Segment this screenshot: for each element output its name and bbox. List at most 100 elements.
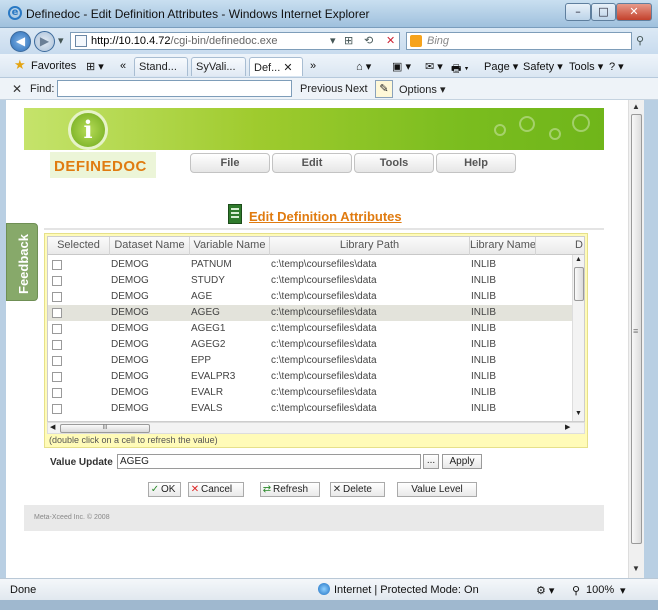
table-cell-path[interactable]: c:\temp\coursefiles\data xyxy=(271,337,469,353)
value-update-input[interactable]: AGEG xyxy=(117,454,421,469)
search-input[interactable]: Bing xyxy=(406,32,632,50)
column-header-dataset[interactable]: Dataset Name xyxy=(110,237,190,255)
tab-syvalidate[interactable]: SyVali... xyxy=(191,57,246,76)
table-cell-dataset[interactable]: DEMOG xyxy=(111,369,189,385)
back-button[interactable]: ◀ xyxy=(10,31,31,52)
find-previous-button[interactable]: Previous xyxy=(300,83,343,95)
feeds-button[interactable]: ▣ ▾ xyxy=(392,60,411,73)
table-cell-path[interactable]: c:\temp\coursefiles\data xyxy=(271,353,469,369)
value-level-button[interactable]: Value Level xyxy=(397,482,477,497)
column-header-library-name[interactable]: Library Name xyxy=(470,237,536,255)
search-icon[interactable]: ⚲ xyxy=(636,34,644,47)
table-cell-library[interactable]: INLIB xyxy=(471,321,535,337)
table-cell-variable[interactable]: AGEG xyxy=(191,305,269,321)
column-header-variable[interactable]: Variable Name xyxy=(190,237,270,255)
security-zone-text[interactable]: Internet | Protected Mode: On xyxy=(334,584,479,596)
favorites-button[interactable]: Favorites xyxy=(31,60,76,72)
table-cell-dataset[interactable]: DEMOG xyxy=(111,305,189,321)
table-cell-dataset[interactable]: DEMOG xyxy=(111,273,189,289)
popup-blocker-icon[interactable]: ⚙ ▾ xyxy=(536,584,554,597)
more-tabs-icon[interactable]: » xyxy=(310,60,316,72)
row-select-checkbox[interactable] xyxy=(52,292,62,302)
grid-scroll-down-icon[interactable]: ▼ xyxy=(575,410,582,417)
row-select-checkbox[interactable] xyxy=(52,324,62,334)
table-cell-dataset[interactable]: DEMOG xyxy=(111,353,189,369)
table-cell-path[interactable]: c:\temp\coursefiles\data xyxy=(271,401,469,417)
row-select-checkbox[interactable] xyxy=(52,404,62,414)
table-cell-variable[interactable]: EVALPR3 xyxy=(191,369,269,385)
table-cell-library[interactable]: INLIB xyxy=(471,257,535,273)
table-cell-dataset[interactable]: DEMOG xyxy=(111,321,189,337)
table-row[interactable]: DEMOG STUDY c:\temp\coursefiles\data INLIB xyxy=(48,273,572,289)
menu-help[interactable]: Help xyxy=(436,153,516,173)
close-find-icon[interactable]: ✕ xyxy=(12,82,22,96)
find-input[interactable] xyxy=(57,80,292,97)
compat-view-icon[interactable]: ⊞ xyxy=(344,34,353,47)
maximize-button[interactable]: □ xyxy=(591,3,616,21)
table-cell-library[interactable]: INLIB xyxy=(471,385,535,401)
mail-button[interactable]: ✉ ▾ xyxy=(425,60,443,73)
ok-button[interactable]: ✓ OK xyxy=(148,482,181,497)
table-cell-dataset[interactable]: DEMOG xyxy=(111,401,189,417)
favorites-star-icon[interactable]: ★ xyxy=(14,58,26,73)
table-row[interactable]: DEMOG EVALR c:\temp\coursefiles\data INLIB xyxy=(48,385,572,401)
table-row[interactable]: DEMOG EVALPR3 c:\temp\coursefiles\data INLI… xyxy=(48,369,572,385)
table-cell-dataset[interactable]: DEMOG xyxy=(111,257,189,273)
table-cell-variable[interactable]: STUDY xyxy=(191,273,269,289)
table-row[interactable]: DEMOG AGE c:\temp\coursefiles\data INLIB xyxy=(48,289,572,305)
table-cell-path[interactable]: c:\temp\coursefiles\data xyxy=(271,369,469,385)
menu-edit[interactable]: Edit xyxy=(272,153,352,173)
table-cell-dataset[interactable]: DEMOG xyxy=(111,337,189,353)
grid-vertical-scrollbar[interactable]: ▲ ▼ xyxy=(572,255,584,421)
table-cell-variable[interactable]: AGEG2 xyxy=(191,337,269,353)
column-header-description[interactable]: D xyxy=(536,237,584,255)
grid-scroll-right-icon[interactable]: ▶ xyxy=(565,423,570,431)
print-button[interactable]: 🖶 ▾ xyxy=(451,60,469,79)
zoom-dropdown-icon[interactable]: ▾ xyxy=(620,584,626,597)
tools-menu[interactable]: Tools ▾ xyxy=(569,60,603,73)
row-select-checkbox[interactable] xyxy=(52,308,62,318)
page-title[interactable]: Edit Definition Attributes xyxy=(249,209,402,224)
row-select-checkbox[interactable] xyxy=(52,340,62,350)
grid-horizontal-scrollbar[interactable]: ◀ III ▶ xyxy=(47,422,585,434)
table-cell-variable[interactable]: EPP xyxy=(191,353,269,369)
help-menu[interactable]: ? ▾ xyxy=(609,60,624,73)
table-row[interactable]: DEMOG EVALS c:\temp\coursefiles\data INLIB xyxy=(48,401,572,417)
home-button[interactable]: ⌂ ▾ xyxy=(356,60,371,73)
menu-tools[interactable]: Tools xyxy=(354,153,434,173)
table-cell-variable[interactable]: EVALS xyxy=(191,401,269,417)
value-browse-button[interactable]: ... xyxy=(423,454,439,469)
table-cell-dataset[interactable]: DEMOG xyxy=(111,385,189,401)
table-cell-path[interactable]: c:\temp\coursefiles\data xyxy=(271,385,469,401)
table-cell-path[interactable]: c:\temp\coursefiles\data xyxy=(271,305,469,321)
table-cell-variable[interactable]: EVALR xyxy=(191,385,269,401)
table-cell-library[interactable]: INLIB xyxy=(471,273,535,289)
zoom-level[interactable]: 100% xyxy=(586,584,614,596)
stop-icon[interactable]: ✕ xyxy=(386,34,395,47)
forward-button[interactable]: ▶ xyxy=(34,31,55,52)
cancel-button[interactable]: ✕ Cancel xyxy=(188,482,244,497)
table-cell-library[interactable]: INLIB xyxy=(471,369,535,385)
refresh-icon[interactable]: ⟲ xyxy=(364,34,373,47)
tab-scroll-left-icon[interactable]: « xyxy=(120,60,126,72)
menu-file[interactable]: File xyxy=(190,153,270,173)
find-options-menu[interactable]: Options ▾ xyxy=(399,83,446,96)
scroll-up-icon[interactable]: ▲ xyxy=(632,102,640,111)
column-header-library-path[interactable]: Library Path xyxy=(270,237,470,255)
close-button[interactable]: ✕ xyxy=(616,3,652,21)
page-menu[interactable]: Page ▾ xyxy=(484,60,518,73)
row-select-checkbox[interactable] xyxy=(52,276,62,286)
table-row[interactable]: DEMOG AGEG c:\temp\coursefiles\data INLIB xyxy=(48,305,572,321)
table-cell-library[interactable]: INLIB xyxy=(471,289,535,305)
url-dropdown-icon[interactable]: ▾ xyxy=(330,34,336,47)
table-cell-variable[interactable]: PATNUM xyxy=(191,257,269,273)
table-cell-library[interactable]: INLIB xyxy=(471,337,535,353)
feedback-tab[interactable]: Feedback xyxy=(6,223,38,301)
find-next-button[interactable]: Next xyxy=(345,83,368,95)
table-cell-library[interactable]: INLIB xyxy=(471,401,535,417)
grid-scroll-left-icon[interactable]: ◀ xyxy=(50,423,55,431)
history-dropdown-icon[interactable]: ▾ xyxy=(58,34,64,47)
table-cell-dataset[interactable]: DEMOG xyxy=(111,289,189,305)
apply-button[interactable]: Apply xyxy=(442,454,482,469)
grid-scroll-up-icon[interactable]: ▲ xyxy=(575,256,582,263)
